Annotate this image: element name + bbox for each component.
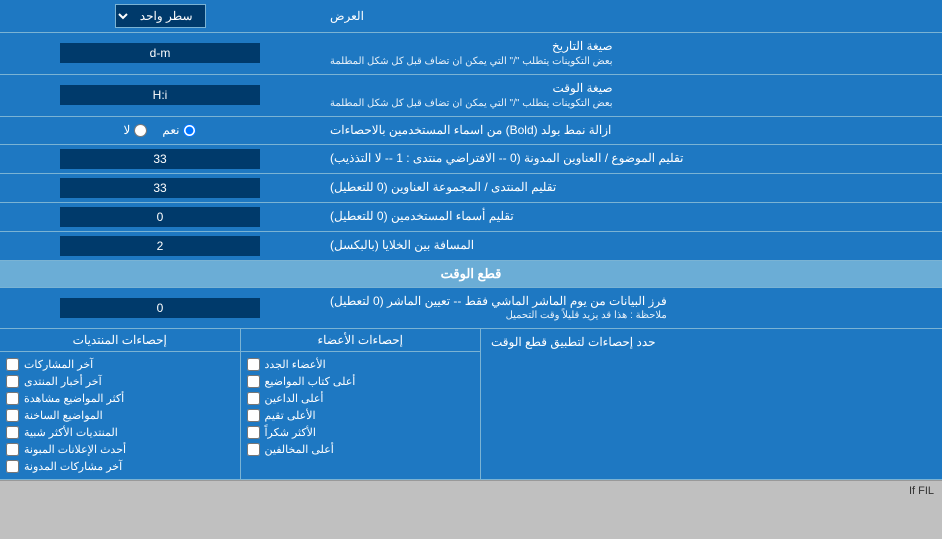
cb-item-most-thanks: الأكثر شكراً <box>247 424 475 441</box>
cb-item-last-posts: آخر المشاركات <box>6 356 234 373</box>
label-stats-limit: حدد إحصاءات لتطبيق قطع الوقت <box>480 329 942 479</box>
row-display-mode: العرض سطر واحد سطرين <box>0 0 942 33</box>
text-cell-spacing[interactable] <box>60 236 260 256</box>
text-date-format[interactable] <box>60 43 260 63</box>
cb-item-top-rated: الأعلى تقيم <box>247 407 475 424</box>
label-topic-titles: تقليم الموضوع / العناوين المدونة (0 -- ا… <box>320 145 942 173</box>
cb-headers-row: إحصاءات الأعضاء إحصاءات المنتديات <box>0 329 480 352</box>
text-time-format[interactable] <box>60 85 260 105</box>
checkbox-top-violators[interactable] <box>247 443 260 456</box>
row-cell-spacing: المسافة بين الخلايا (بالبكسل) <box>0 232 942 261</box>
label-cell-spacing: المسافة بين الخلايا (بالبكسل) <box>320 232 942 260</box>
checkbox-most-viewed[interactable] <box>6 392 19 405</box>
row-topic-titles: تقليم الموضوع / العناوين المدونة (0 -- ا… <box>0 145 942 174</box>
radio-yes[interactable] <box>183 124 196 137</box>
row-time-format: صيغة الوقت بعض التكوينات يتطلب "/" التي … <box>0 75 942 117</box>
cb-item-top-topic-writers: أعلى كتاب المواضيع <box>247 373 475 390</box>
radio-group-bold: نعم لا <box>124 123 197 137</box>
cb-header-members: إحصاءات الأعضاء <box>240 329 481 351</box>
radio-label-yes: نعم <box>162 123 196 137</box>
section-header-time-cut: قطع الوقت <box>0 261 942 288</box>
checkbox-top-topic-writers[interactable] <box>247 375 260 388</box>
row-date-format: صيغة التاريخ بعض التكوينات يتطلب "/" الت… <box>0 33 942 75</box>
cb-item-latest-announcements: أحدث الإعلانات المبونة <box>6 441 234 458</box>
label-time-cut: فرز البيانات من يوم الماشر الماشي فقط --… <box>320 288 942 329</box>
input-cell-spacing <box>0 232 320 260</box>
checkbox-most-thanks[interactable] <box>247 426 260 439</box>
checkboxes-wrapper: حدد إحصاءات لتطبيق قطع الوقت إحصاءات الأ… <box>0 329 942 480</box>
row-bold-remove: ازالة نمط بولد (Bold) من اسماء المستخدمي… <box>0 117 942 145</box>
cb-item-new-members: الأعضاء الجدد <box>247 356 475 373</box>
cb-item-top-inviters: أعلى الداعين <box>247 390 475 407</box>
cb-item-top-violators: أعلى المخالفين <box>247 441 475 458</box>
cb-item-last-blog-posts: آخر مشاركات المدونة <box>6 458 234 475</box>
input-topic-titles <box>0 145 320 173</box>
label-bold-remove: ازالة نمط بولد (Bold) من اسماء المستخدمي… <box>320 117 942 144</box>
checkbox-forum-news[interactable] <box>6 375 19 388</box>
label-time-format: صيغة الوقت بعض التكوينات يتطلب "/" التي … <box>320 75 942 116</box>
checkbox-top-rated[interactable] <box>247 409 260 422</box>
input-forum-titles <box>0 174 320 202</box>
radio-no[interactable] <box>134 124 147 137</box>
bottom-text: If FIL <box>909 485 934 497</box>
label-date-format: صيغة التاريخ بعض التكوينات يتطلب "/" الت… <box>320 33 942 74</box>
input-date-format <box>0 33 320 74</box>
checkbox-most-similar-forums[interactable] <box>6 426 19 439</box>
input-bold-remove: نعم لا <box>0 117 320 144</box>
label-forum-titles: تقليم المنتدى / المجموعة العناوين (0 للت… <box>320 174 942 202</box>
bottom-bar: If FIL <box>0 480 942 501</box>
checkbox-latest-announcements[interactable] <box>6 443 19 456</box>
cb-item-hot-topics: المواضيع الساخنة <box>6 407 234 424</box>
cb-header-forums: إحصاءات المنتديات <box>0 329 240 351</box>
input-time-cut <box>0 288 320 329</box>
row-forum-titles: تقليم المنتدى / المجموعة العناوين (0 للت… <box>0 174 942 203</box>
input-user-names <box>0 203 320 231</box>
checkbox-columns: إحصاءات الأعضاء إحصاءات المنتديات الأعضا… <box>0 329 480 479</box>
text-forum-titles[interactable] <box>60 178 260 198</box>
text-time-cut[interactable] <box>60 298 260 318</box>
input-time-format <box>0 75 320 116</box>
label-display-mode: العرض <box>320 0 942 32</box>
label-user-names: تقليم أسماء المستخدمين (0 للتعطيل) <box>320 203 942 231</box>
text-user-names[interactable] <box>60 207 260 227</box>
input-display-mode: سطر واحد سطرين <box>0 0 320 32</box>
text-topic-titles[interactable] <box>60 149 260 169</box>
cb-items-row: الأعضاء الجدد أعلى كتاب المواضيع أعلى ال… <box>0 352 480 479</box>
checkbox-top-inviters[interactable] <box>247 392 260 405</box>
select-display-mode[interactable]: سطر واحد سطرين <box>115 4 206 28</box>
checkbox-last-blog-posts[interactable] <box>6 460 19 473</box>
cb-item-most-viewed: أكثر المواضيع مشاهدة <box>6 390 234 407</box>
cb-item-forum-news: آخر أخبار المنتدى <box>6 373 234 390</box>
checkbox-last-posts[interactable] <box>6 358 19 371</box>
main-container: العرض سطر واحد سطرين صيغة التاريخ بعض ال… <box>0 0 942 501</box>
checkbox-hot-topics[interactable] <box>6 409 19 422</box>
cb-col-members: الأعضاء الجدد أعلى كتاب المواضيع أعلى ال… <box>240 352 481 479</box>
row-user-names: تقليم أسماء المستخدمين (0 للتعطيل) <box>0 203 942 232</box>
cb-col-forums: آخر المشاركات آخر أخبار المنتدى أكثر الم… <box>0 352 240 479</box>
radio-label-no: لا <box>124 123 148 137</box>
cb-item-most-similar-forums: المنتديات الأكثر شبية <box>6 424 234 441</box>
checkbox-new-members[interactable] <box>247 358 260 371</box>
row-time-cut: فرز البيانات من يوم الماشر الماشي فقط --… <box>0 288 942 330</box>
